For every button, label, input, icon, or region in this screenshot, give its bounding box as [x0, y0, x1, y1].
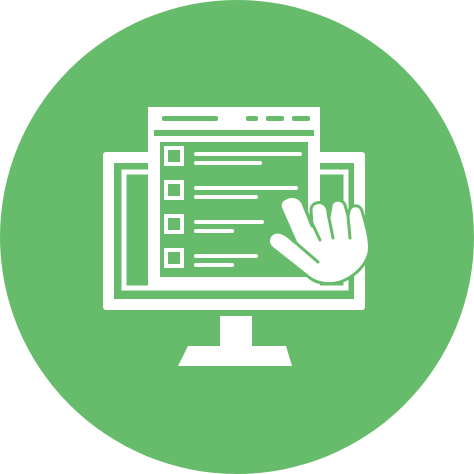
checklist-subline-3: [194, 229, 234, 233]
checklist-line-3: [194, 220, 264, 224]
checklist-monitor-click-icon: [0, 0, 474, 474]
window-title-bar: [162, 116, 218, 121]
window-control-dot-1: [246, 116, 258, 121]
monitor-stand-base: [178, 346, 292, 366]
window-control-dot-2: [266, 116, 284, 121]
checklist-line-2: [194, 186, 298, 190]
checklist-line-4: [194, 254, 258, 258]
checklist-subline-2: [194, 195, 258, 199]
icon-stage: [0, 0, 474, 474]
checklist-subline-1: [194, 161, 262, 165]
hand-finger-line-3: [346, 214, 352, 240]
checklist-subline-4: [194, 263, 234, 267]
window-header-divider: [154, 130, 314, 136]
window-control-dot-3: [292, 116, 310, 121]
checklist-line-1: [194, 152, 302, 156]
